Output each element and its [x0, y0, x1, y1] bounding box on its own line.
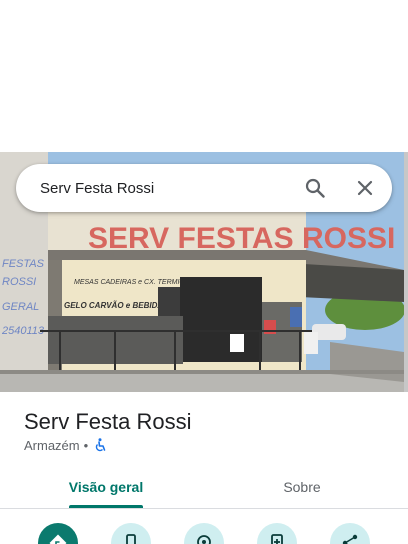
scrollbar[interactable]: [404, 152, 408, 392]
directions-button[interactable]: [38, 523, 78, 544]
place-title: Serv Festa Rossi: [24, 409, 192, 434]
tab-bar: Visão geral Sobre: [0, 466, 408, 510]
side-wall-text-4: 2540113: [1, 325, 45, 337]
phone-icon: [121, 523, 141, 544]
side-wall-text-2: ROSSI: [2, 276, 36, 288]
save-button[interactable]: [257, 523, 297, 544]
side-wall-text-1: FESTAS: [2, 258, 45, 270]
wheelchair-accessible-icon: [92, 437, 108, 453]
place-subtitle: Armazém •: [24, 437, 108, 453]
side-wall-text-3: GERAL: [2, 301, 39, 313]
location-pin-icon: [194, 523, 214, 544]
wall-text-1: MESAS CADEIRAS e CX. TERMICAS: [74, 279, 194, 286]
search-bar[interactable]: Serv Festa Rossi: [16, 164, 392, 212]
blank-top-area: [0, 0, 408, 152]
save-icon: [267, 523, 287, 544]
nearby-button[interactable]: [184, 523, 224, 544]
close-icon[interactable]: [354, 177, 376, 199]
directions-icon: [48, 523, 68, 544]
share-button[interactable]: [330, 523, 370, 544]
wall-text-2: GELO CARVÃO e BEBIDAS: [64, 301, 169, 310]
tab-overview[interactable]: Visão geral: [54, 466, 158, 508]
search-input[interactable]: Serv Festa Rossi: [40, 180, 304, 197]
search-icon[interactable]: [304, 177, 326, 199]
tab-about[interactable]: Sobre: [252, 466, 352, 508]
call-button[interactable]: [111, 523, 151, 544]
tab-divider: [0, 508, 408, 509]
place-category: Armazém: [24, 437, 80, 453]
share-icon: [340, 523, 360, 544]
action-row: [0, 520, 408, 544]
separator-dot: •: [83, 437, 89, 453]
